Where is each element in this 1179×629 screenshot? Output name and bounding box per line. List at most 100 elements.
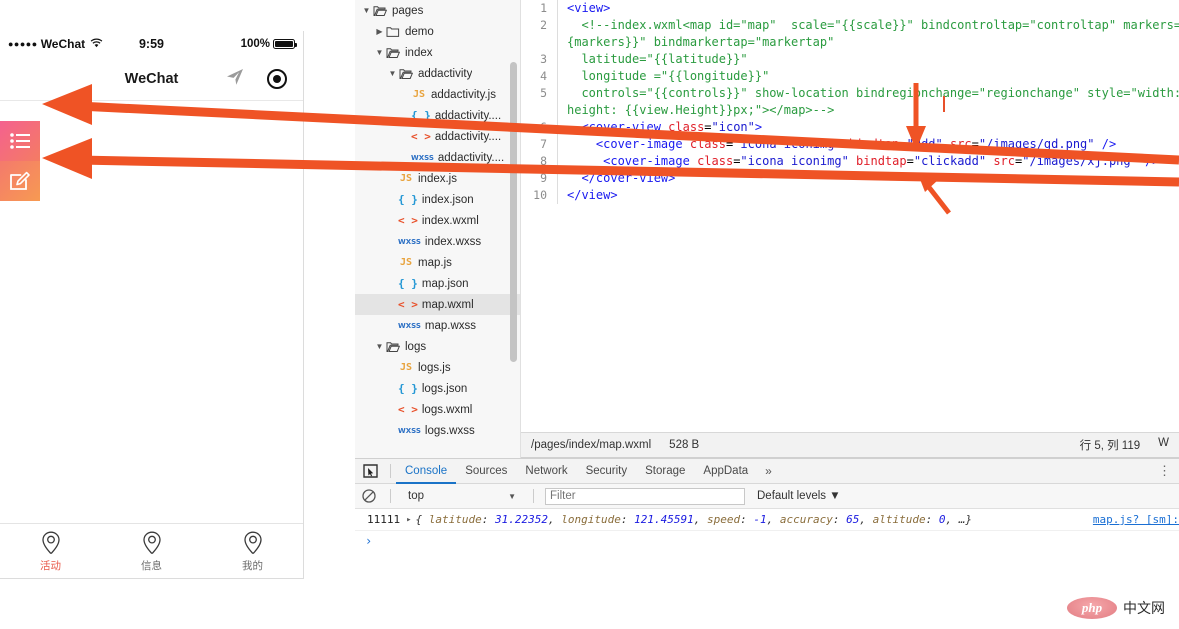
- file-tree-item[interactable]: ▼ logs: [355, 336, 520, 357]
- file-tree-item[interactable]: < > addactivity....: [355, 126, 520, 147]
- clear-console-icon[interactable]: [359, 486, 379, 506]
- sim-nav-icons: [224, 66, 287, 92]
- tree-twisty-icon[interactable]: ▶: [374, 27, 385, 36]
- code-line[interactable]: 6 <cover-view class="icon">: [521, 119, 1179, 136]
- file-tree-item[interactable]: JS addactivity.js: [355, 84, 520, 105]
- file-tree-item[interactable]: { } index.json: [355, 189, 520, 210]
- line-content[interactable]: height: {{view.Height}}px;"></map>-->: [557, 102, 1179, 119]
- line-content[interactable]: <cover-image class="icona iconimg" bindt…: [557, 136, 1179, 153]
- line-content[interactable]: longitude ="{{longitude}}": [557, 68, 1179, 85]
- line-content[interactable]: controls="{{controls}}" show-location bi…: [557, 85, 1179, 102]
- file-tree-item[interactable]: JS logs.js: [355, 357, 520, 378]
- folder-icon: [398, 68, 414, 80]
- file-tree-item-label: map.wxss: [424, 319, 477, 332]
- line-content[interactable]: {markers}}" bindmarkertap="markertap": [557, 34, 1179, 51]
- code-line[interactable]: 2 <!--index.wxml<map id="map" scale="{{s…: [521, 17, 1179, 34]
- devtools-tab-storage[interactable]: Storage: [636, 459, 694, 484]
- file-tree-item[interactable]: ▼ pages: [355, 0, 520, 21]
- console-context-select[interactable]: top ▼: [402, 490, 522, 502]
- file-tree-item[interactable]: { } addactivity....: [355, 105, 520, 126]
- inspect-element-icon[interactable]: [359, 462, 381, 480]
- wxml-file-icon: < >: [398, 298, 418, 311]
- edit-button[interactable]: [0, 161, 40, 201]
- sim-tab-label: 活动: [40, 559, 61, 572]
- line-content[interactable]: <!--index.wxml<map id="map" scale="{{sca…: [557, 17, 1179, 34]
- list-button[interactable]: [0, 121, 40, 161]
- code-line[interactable]: 10 </view>: [521, 187, 1179, 204]
- file-tree-item[interactable]: ▼ index: [355, 42, 520, 63]
- file-tree-item[interactable]: { } map.json: [355, 273, 520, 294]
- file-tree-item[interactable]: < > index.wxml: [355, 210, 520, 231]
- file-tree-item-label: addactivity....: [437, 151, 505, 164]
- line-number: 9: [540, 171, 547, 185]
- line-content[interactable]: </cover-view>: [557, 170, 1179, 187]
- code-line[interactable]: 5 controls="{{controls}}" show-location …: [521, 85, 1179, 102]
- json-file-icon: { }: [398, 193, 418, 206]
- expand-triangle-icon[interactable]: ▸: [406, 515, 411, 525]
- editor-language-label[interactable]: W: [1158, 437, 1169, 453]
- file-tree-item[interactable]: WXSS map.wxss: [355, 315, 520, 336]
- tree-twisty-icon[interactable]: ▼: [374, 48, 385, 57]
- editor-file-path: /pages/index/map.wxml: [531, 439, 652, 451]
- sim-tab-xinxi[interactable]: 信息: [101, 524, 202, 578]
- more-tabs-icon[interactable]: »: [757, 464, 780, 478]
- console-levels-dropdown[interactable]: Default levels ▼: [757, 490, 841, 502]
- navigation-arrow-icon[interactable]: [224, 66, 245, 92]
- wechat-simulator: ●●●●● WeChat 9:59 100% WeChat 活动 信息 我的: [0, 31, 304, 579]
- line-content[interactable]: latitude="{{latitude}}": [557, 51, 1179, 68]
- console-output[interactable]: 11111 ▸ { latitude: 31.22352, longitude:…: [355, 509, 1179, 557]
- code-line[interactable]: height: {{view.Height}}px;"></map>-->: [521, 102, 1179, 119]
- code-line[interactable]: 9 </cover-view>: [521, 170, 1179, 187]
- code-line[interactable]: 4 longitude ="{{longitude}}": [521, 68, 1179, 85]
- wxss-file-icon: WXSS: [398, 426, 421, 435]
- sim-tab-wode[interactable]: 我的: [202, 524, 303, 578]
- code-editor[interactable]: 1 <view> 2 <!--index.wxml<map id="map" sca…: [521, 0, 1179, 432]
- line-content[interactable]: <cover-view class="icon">: [557, 119, 1179, 136]
- file-tree-item[interactable]: WXSS index.wxss: [355, 231, 520, 252]
- devtools-tab-appdata[interactable]: AppData: [694, 459, 757, 484]
- code-line[interactable]: 3 latitude="{{latitude}}": [521, 51, 1179, 68]
- tree-twisty-icon[interactable]: ▼: [374, 342, 385, 351]
- file-tree-item[interactable]: < > map.wxml: [355, 294, 520, 315]
- line-content[interactable]: <cover-image class="icona iconimg" bindt…: [557, 153, 1179, 170]
- file-tree-item[interactable]: ▼ addactivity: [355, 63, 520, 84]
- console-source-link[interactable]: map.js? [sm]:: [1093, 513, 1179, 526]
- devtools-tab-security[interactable]: Security: [577, 459, 637, 484]
- tree-twisty-icon[interactable]: ▼: [361, 6, 372, 15]
- file-tree-item[interactable]: { } logs.json: [355, 378, 520, 399]
- line-number: 3: [540, 52, 547, 66]
- line-content[interactable]: </view>: [557, 187, 1179, 204]
- console-log-object: { latitude: 31.22352, longitude: 121.455…: [415, 513, 972, 526]
- sim-tab-bar: 活动 信息 我的: [0, 523, 303, 578]
- devtools-panel[interactable]: Console Sources Network Security Storage…: [355, 458, 1179, 558]
- console-filter-input[interactable]: [545, 487, 745, 505]
- file-tree-panel[interactable]: ▼ pages ▶ demo ▼ index ▼ addactivity JS addactivi…: [355, 0, 521, 458]
- code-line[interactable]: {markers}}" bindmarkertap="markertap": [521, 34, 1179, 51]
- devtools-tab-network[interactable]: Network: [516, 459, 576, 484]
- devtools-tab-sources[interactable]: Sources: [456, 459, 516, 484]
- kebab-menu-icon[interactable]: ⋮: [1150, 463, 1179, 479]
- sim-tab-huodong[interactable]: 活动: [0, 524, 101, 578]
- code-line[interactable]: 8 <cover-image class="icona iconimg" bin…: [521, 153, 1179, 170]
- file-tree-item[interactable]: ▶ demo: [355, 21, 520, 42]
- line-content[interactable]: <view>: [557, 0, 1179, 17]
- code-lines[interactable]: 1 <view> 2 <!--index.wxml<map id="map" sca…: [521, 0, 1179, 204]
- file-tree-item-label: logs.json: [421, 382, 468, 395]
- location-target-icon[interactable]: [267, 68, 287, 89]
- file-tree-scrollbar[interactable]: [510, 62, 517, 362]
- file-tree-item[interactable]: JS index.js: [355, 168, 520, 189]
- console-log-row[interactable]: 11111 ▸ { latitude: 31.22352, longitude:…: [355, 509, 1179, 531]
- file-tree-item[interactable]: < > logs.wxml: [355, 399, 520, 420]
- devtools-tab-console[interactable]: Console: [396, 459, 456, 484]
- file-tree-item-label: logs: [405, 340, 427, 353]
- code-line[interactable]: 7 <cover-image class="icona iconimg" bin…: [521, 136, 1179, 153]
- file-tree-item[interactable]: JS map.js: [355, 252, 520, 273]
- file-tree-item-label: logs.js: [418, 361, 451, 374]
- file-tree-item[interactable]: WXSS addactivity....: [355, 147, 520, 168]
- console-prompt[interactable]: ›: [355, 531, 1179, 551]
- tree-twisty-icon[interactable]: ▼: [387, 69, 398, 78]
- list-icon: [9, 133, 31, 149]
- file-tree-item[interactable]: WXSS logs.wxss: [355, 420, 520, 441]
- watermark: php 中文网: [1067, 597, 1165, 619]
- code-line[interactable]: 1 <view>: [521, 0, 1179, 17]
